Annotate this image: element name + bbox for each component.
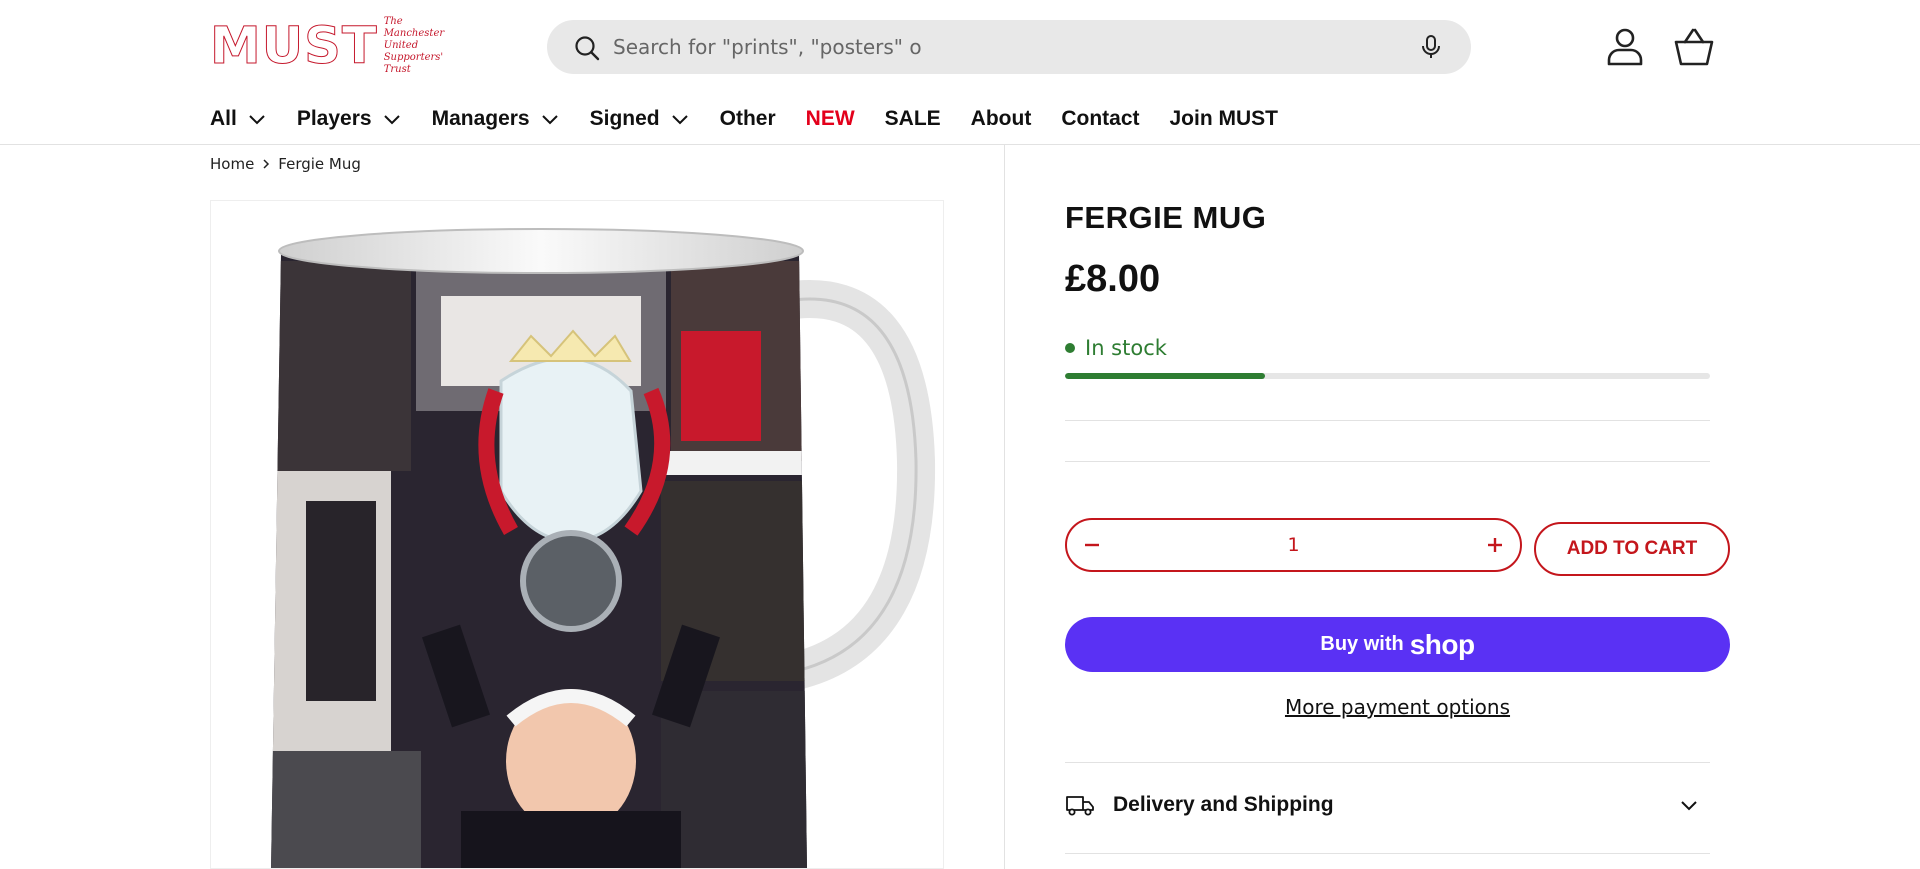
chevron-down-icon xyxy=(671,115,688,125)
divider xyxy=(1065,461,1710,462)
nav-item-label: NEW xyxy=(805,107,855,130)
chevron-down-icon xyxy=(541,115,558,125)
logo-subtitle: The Manchester United Supporters' Trust xyxy=(384,16,444,76)
add-to-cart-button[interactable]: ADD TO CART xyxy=(1534,522,1730,576)
nav-item-label: SALE xyxy=(884,107,941,130)
product-title: FERGIE MUG xyxy=(1065,200,1267,235)
quantity-input[interactable] xyxy=(1253,534,1334,556)
buy-with-shop-button[interactable]: Buy with shop xyxy=(1065,617,1730,672)
logo-sub-line: United xyxy=(383,40,419,51)
search-input[interactable] xyxy=(613,30,1373,64)
divider xyxy=(1065,420,1710,421)
breadcrumb-current: Fergie Mug xyxy=(278,155,361,173)
logo-sub-line: Manchester xyxy=(383,28,445,39)
breadcrumb-home[interactable]: Home xyxy=(210,155,254,173)
delivery-shipping-accordion[interactable]: Delivery and Shipping xyxy=(1065,790,1710,820)
buy-with-label: Buy with xyxy=(1320,633,1404,655)
nav-item-label: All xyxy=(210,107,237,130)
stock-level-bar xyxy=(1065,373,1710,379)
nav-item-all[interactable]: All xyxy=(210,107,267,131)
product-price: £8.00 xyxy=(1065,258,1161,300)
nav-item-contact[interactable]: Contact xyxy=(1061,107,1139,131)
site-header: MUST The Manchester United Supporters' T… xyxy=(0,0,1920,145)
minus-icon[interactable] xyxy=(1079,532,1105,558)
account-icon[interactable] xyxy=(1603,24,1647,68)
nav-item-label: Signed xyxy=(589,107,660,130)
nav-item-players[interactable]: Players xyxy=(297,107,402,131)
site-logo[interactable]: MUST The Manchester United Supporters' T… xyxy=(210,16,445,76)
nav-item-new[interactable]: NEW xyxy=(806,107,855,131)
nav-item-label: Join MUST xyxy=(1169,107,1279,130)
product-image[interactable] xyxy=(210,200,944,869)
divider xyxy=(1065,853,1710,854)
chevron-down-icon xyxy=(1681,801,1697,811)
delivery-shipping-label: Delivery and Shipping xyxy=(1113,793,1334,816)
nav-item-label: Other xyxy=(719,107,776,130)
chevron-down-icon xyxy=(383,115,400,125)
shop-logo: shop xyxy=(1409,628,1475,660)
nav-item-label: Contact xyxy=(1061,107,1140,130)
stock-status-text: In stock xyxy=(1085,336,1167,360)
plus-icon[interactable] xyxy=(1482,532,1508,558)
truck-icon xyxy=(1066,796,1094,816)
microphone-icon[interactable] xyxy=(1417,33,1445,61)
breadcrumb: Home Fergie Mug xyxy=(210,155,361,173)
search-bar xyxy=(547,20,1471,74)
logo-sub-line: Supporters' xyxy=(383,52,444,63)
logo-sub-line: The xyxy=(383,16,403,27)
nav-item-about[interactable]: About xyxy=(971,107,1032,131)
main-nav: All Players Managers Signed Other NEW SA… xyxy=(210,106,1308,132)
nav-item-managers[interactable]: Managers xyxy=(432,107,560,131)
nav-item-label: About xyxy=(970,107,1032,130)
nav-item-other[interactable]: Other xyxy=(720,107,776,131)
column-divider xyxy=(1004,145,1005,869)
logo-sub-line: Trust xyxy=(383,64,411,75)
stock-level-fill xyxy=(1065,373,1265,379)
quantity-stepper xyxy=(1065,518,1522,572)
mug-illustration xyxy=(271,228,936,868)
more-payment-options-link[interactable]: More payment options xyxy=(1065,695,1730,719)
chevron-right-icon xyxy=(263,159,270,169)
nav-item-label: Players xyxy=(296,107,372,130)
nav-item-signed[interactable]: Signed xyxy=(590,107,690,131)
basket-icon[interactable] xyxy=(1672,24,1716,68)
nav-item-label: Managers xyxy=(431,107,530,130)
nav-item-sale[interactable]: SALE xyxy=(885,107,941,131)
stock-status: In stock xyxy=(1065,336,1167,360)
stock-dot-icon xyxy=(1065,343,1075,353)
nav-item-join-must[interactable]: Join MUST xyxy=(1170,107,1279,131)
divider xyxy=(1065,762,1710,763)
chevron-down-icon xyxy=(249,115,265,125)
logo-wordmark: MUST xyxy=(210,16,378,76)
search-icon[interactable] xyxy=(573,34,601,62)
